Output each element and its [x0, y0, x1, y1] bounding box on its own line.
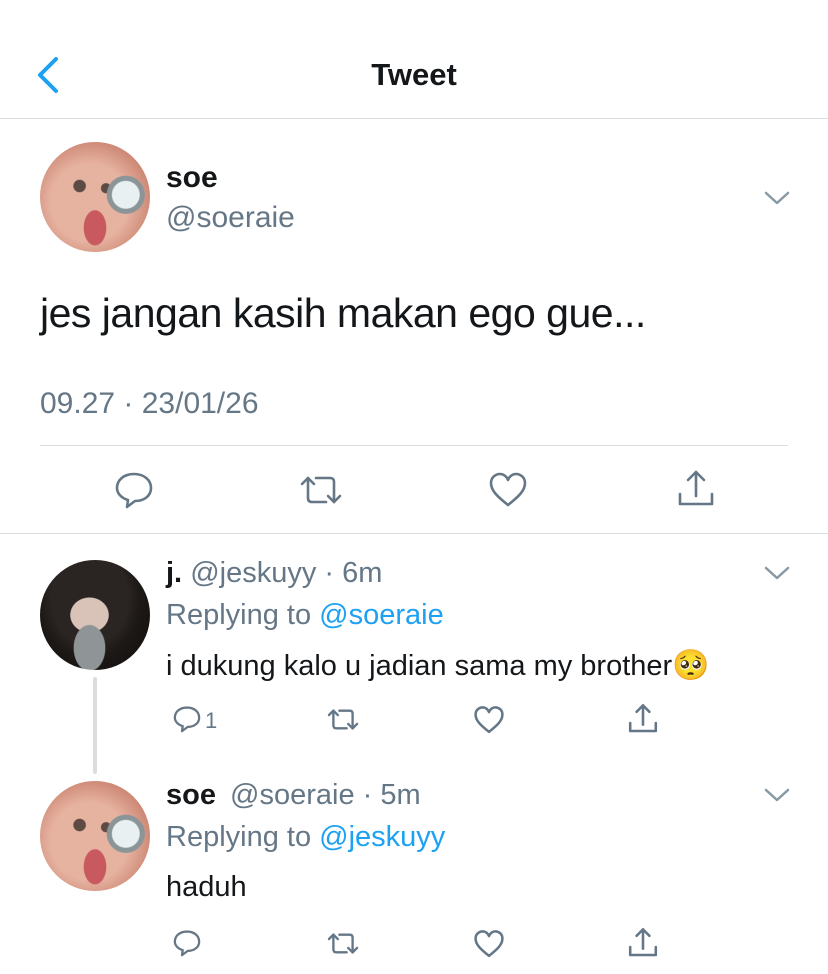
- replying-label: Replying to: [166, 821, 312, 853]
- avatar[interactable]: [40, 781, 150, 891]
- handle[interactable]: @soeraie: [166, 200, 295, 236]
- reply-text-content: i dukung kalo u jadian sama my brother: [166, 650, 673, 682]
- header-divider: [0, 118, 828, 119]
- reply-icon: [173, 930, 201, 957]
- retweet-button[interactable]: [326, 706, 360, 733]
- more-options-button[interactable]: [762, 785, 792, 810]
- replying-to-link[interactable]: @jeskuyy: [319, 821, 445, 853]
- reply-icon: [173, 706, 201, 733]
- retweet-icon: [327, 709, 359, 730]
- display-name[interactable]: soe: [166, 779, 216, 811]
- reply-time: 5m: [380, 779, 421, 811]
- reply-count: 1: [205, 708, 218, 733]
- share-icon: [628, 704, 658, 733]
- display-name[interactable]: j.: [166, 557, 182, 589]
- replying-to: Replying to @jeskuyy: [166, 817, 445, 857]
- like-button[interactable]: [473, 705, 505, 735]
- separator-dot: ·: [316, 557, 343, 589]
- like-button[interactable]: [473, 929, 505, 959]
- reply-button[interactable]: [113, 470, 155, 510]
- handle[interactable]: @jeskuyy: [190, 557, 316, 589]
- retweet-icon: [327, 933, 359, 954]
- handle[interactable]: @soeraie: [230, 779, 355, 811]
- like-icon: [474, 706, 504, 734]
- page-title: Tweet: [371, 57, 457, 92]
- reply-button[interactable]: [172, 704, 202, 734]
- divider: [40, 445, 788, 446]
- reply-text-content: haduh: [166, 871, 247, 903]
- chevron-down-icon: [764, 566, 790, 580]
- display-name[interactable]: soe: [166, 160, 218, 196]
- like-icon: [474, 930, 504, 958]
- replying-to-link[interactable]: @soeraie: [319, 599, 444, 631]
- like-icon: [489, 472, 527, 507]
- share-icon: [678, 470, 714, 506]
- retweet-button[interactable]: [298, 472, 344, 508]
- reply-header: j. @jeskuyy · 6m: [166, 553, 382, 593]
- replying-to: Replying to @soeraie: [166, 595, 444, 635]
- chevron-down-icon: [764, 788, 790, 802]
- tweet-text: jes jangan kasih makan ego gue...: [40, 290, 646, 336]
- reply-text: i dukung kalo u jadian sama my brother🥺: [166, 646, 710, 686]
- avatar[interactable]: [40, 142, 150, 252]
- share-icon: [628, 928, 658, 957]
- reply-icon: [115, 472, 153, 509]
- chevron-down-icon: [764, 191, 790, 205]
- separator-dot: ·: [354, 779, 381, 811]
- divider: [0, 533, 828, 534]
- share-button[interactable]: [627, 702, 659, 736]
- tweet-timestamp[interactable]: 09.27 · 23/01/26: [40, 384, 259, 424]
- retweet-icon: [300, 476, 342, 504]
- share-button[interactable]: [627, 926, 659, 960]
- thread-connector: [93, 677, 97, 774]
- reply-button[interactable]: [172, 928, 202, 958]
- reply-header: soe @soeraie · 5m: [166, 775, 421, 815]
- retweet-button[interactable]: [326, 930, 360, 957]
- share-button[interactable]: [676, 468, 716, 510]
- more-options-button[interactable]: [762, 188, 792, 213]
- replying-label: Replying to: [166, 599, 312, 631]
- more-options-button[interactable]: [762, 563, 792, 588]
- reply-time: 6m: [342, 557, 383, 589]
- like-button[interactable]: [488, 471, 528, 509]
- pleading-face-emoji: 🥺: [672, 649, 710, 682]
- avatar[interactable]: [40, 560, 150, 670]
